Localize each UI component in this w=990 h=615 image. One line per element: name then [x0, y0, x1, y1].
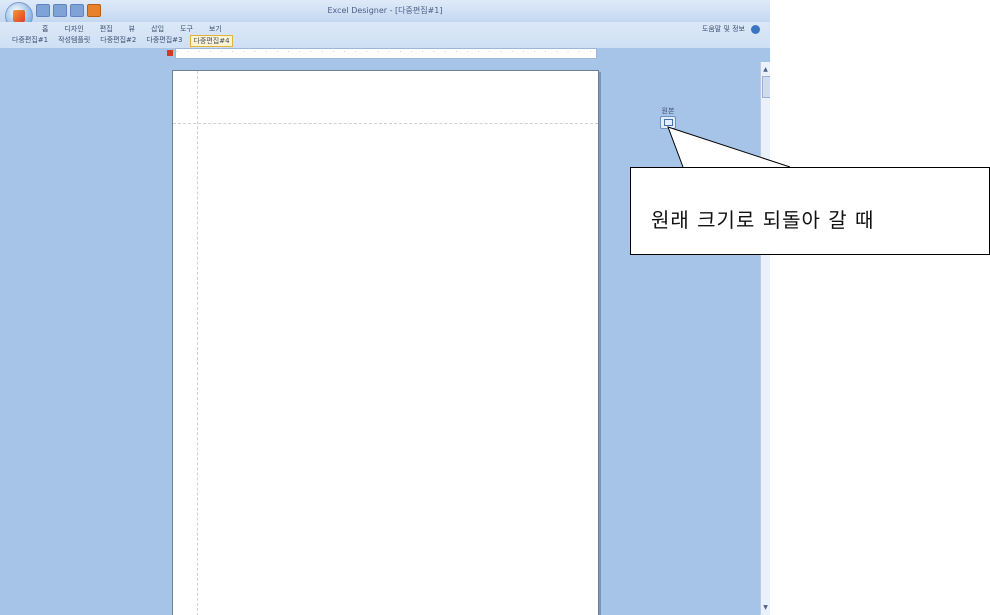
- menu-view[interactable]: 뷰: [129, 24, 135, 34]
- menu-show[interactable]: 보기: [209, 24, 222, 34]
- scroll-up-arrow-icon[interactable]: ▲: [762, 66, 769, 73]
- horizontal-ruler: · · · · · · · · · · · · · · · · · · · · …: [175, 48, 597, 59]
- doc-tab[interactable]: 다중편집#1: [10, 35, 50, 47]
- margin-guide-horizontal: [173, 123, 598, 124]
- help-area: 도움말 및 정보: [702, 24, 760, 34]
- vertical-scrollbar[interactable]: ▲ ▼: [760, 62, 770, 615]
- doc-tab[interactable]: 다중편집#3: [144, 35, 184, 47]
- menu-home[interactable]: 홈: [42, 24, 48, 34]
- original-size-button[interactable]: [660, 116, 676, 129]
- menu-bar: 홈 디자인 편집 뷰 삽입 도구 보기 다중편집#1 작성템플릿 다중편집#2 …: [0, 22, 770, 48]
- menu-design[interactable]: 디자인: [64, 24, 83, 34]
- margin-guide-vertical: [197, 71, 198, 615]
- scroll-thumb[interactable]: [762, 76, 770, 98]
- app-window: Excel Designer - [다중편집#1] 홈 디자인 편집 뷰 삽입 …: [0, 0, 770, 615]
- menu-tools[interactable]: 도구: [180, 24, 193, 34]
- callout-box: 원래 크기로 되돌아 갈 때: [630, 167, 990, 255]
- document-tab-bar: 다중편집#1 작성템플릿 다중편집#2 다중편집#3 다중편집#4: [10, 35, 233, 47]
- doc-tab-active[interactable]: 다중편집#4: [190, 35, 233, 47]
- menu-tabs: 홈 디자인 편집 뷰 삽입 도구 보기: [42, 24, 222, 34]
- menu-edit[interactable]: 편집: [100, 24, 113, 34]
- window-title: Excel Designer - [다중편집#1]: [327, 6, 443, 15]
- ruler-tab-marker[interactable]: [167, 50, 173, 56]
- doc-tab[interactable]: 다중편집#2: [98, 35, 138, 47]
- title-bar: Excel Designer - [다중편집#1]: [0, 0, 770, 30]
- doc-tab[interactable]: 작성템플릿: [56, 35, 92, 47]
- scroll-down-arrow-icon[interactable]: ▼: [762, 604, 769, 611]
- zoom-label: 원본: [661, 107, 675, 115]
- help-icon[interactable]: [751, 24, 760, 34]
- help-text[interactable]: 도움말 및 정보: [702, 24, 745, 34]
- menu-insert[interactable]: 삽입: [151, 24, 164, 34]
- document-page[interactable]: [172, 70, 599, 615]
- callout-text: 원래 크기로 되돌아 갈 때: [651, 208, 875, 232]
